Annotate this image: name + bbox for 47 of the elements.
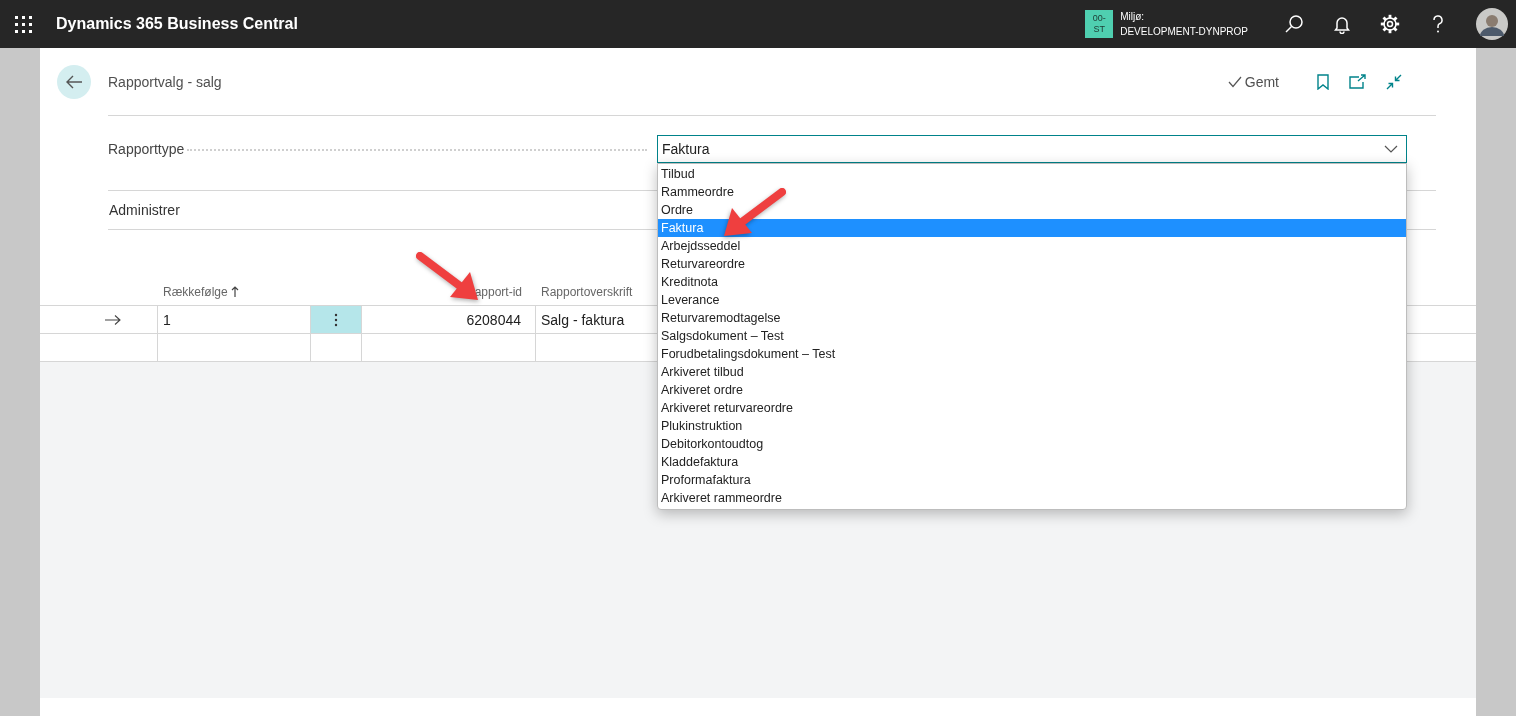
table-cell: 6208044 — [466, 311, 521, 328]
column-header[interactable]: apport-id — [474, 284, 522, 299]
dropdown-option[interactable]: Salgsdokument – Test — [658, 327, 1406, 345]
sort-ascending-icon — [230, 286, 239, 297]
chevron-down-icon — [1384, 145, 1398, 153]
dropdown-option[interactable]: Rammeordre — [658, 183, 1406, 201]
dropdown-option[interactable]: Leverance — [658, 291, 1406, 309]
dropdown-option[interactable]: Arkiveret ordre — [658, 381, 1406, 399]
dropdown-option[interactable]: Arkiveret rammeordre — [658, 489, 1406, 507]
dropdown-option[interactable]: Tilbud — [658, 165, 1406, 183]
table-cell[interactable]: Salg - faktura — [541, 311, 625, 328]
dropdown-option[interactable]: Proformafaktura — [658, 471, 1406, 489]
checkmark-icon — [1227, 75, 1242, 88]
column-header[interactable]: Rapportoverskrift — [541, 284, 633, 299]
app-title: Dynamics 365 Business Central — [56, 15, 298, 33]
bell-icon[interactable] — [1332, 14, 1352, 34]
column-header[interactable]: Rækkefølge — [163, 284, 239, 299]
dropdown-option[interactable]: Kladdefaktura — [658, 453, 1406, 471]
more-options-icon — [334, 312, 338, 327]
dropdown-option[interactable]: Kreditnota — [658, 273, 1406, 291]
settings-icon[interactable] — [1380, 14, 1400, 34]
environment-badge: 00- ST — [1085, 10, 1114, 38]
dropdown-option[interactable]: Returvaremodtagelse — [658, 309, 1406, 327]
bookmark-icon[interactable] — [1317, 73, 1329, 90]
table-cell: 1 — [163, 311, 171, 328]
dropdown-field[interactable]: Faktura — [657, 135, 1407, 163]
environment-name: DEVELOPMENT-DYNPROP — [1120, 25, 1248, 39]
dropdown-option[interactable]: Arkiveret tilbud — [658, 363, 1406, 381]
avatar-icon[interactable] — [1476, 8, 1508, 40]
environment-label: Miljø: — [1120, 10, 1146, 24]
collapse-icon[interactable] — [1386, 73, 1402, 90]
dropdown-option[interactable]: Returvareordre — [658, 255, 1406, 273]
save-status: Gemt — [1244, 73, 1279, 90]
manage-tab[interactable]: Administrer — [109, 202, 180, 218]
open-new-window-icon[interactable] — [1349, 74, 1366, 89]
dropdown-option[interactable]: Arbejdsseddel — [658, 237, 1406, 255]
dropdown-option[interactable]: Plukinstruktion — [658, 417, 1406, 435]
page-title: Rapportvalg - salg — [108, 73, 222, 90]
dropdown-option[interactable]: Arkiveret returvareordre — [658, 399, 1406, 417]
search-icon[interactable] — [1284, 14, 1304, 34]
back-button[interactable] — [57, 64, 91, 99]
dropdown-option[interactable]: Forudbetalingsdokument – Test — [658, 345, 1406, 363]
dropdown-option[interactable]: Ordre — [658, 201, 1406, 219]
field-label: Rapporttype — [108, 140, 185, 159]
back-arrow-icon — [65, 74, 83, 89]
app-launcher-icon[interactable] — [15, 15, 32, 33]
dropdown-option[interactable]: Debitorkontoudtog — [658, 435, 1406, 453]
